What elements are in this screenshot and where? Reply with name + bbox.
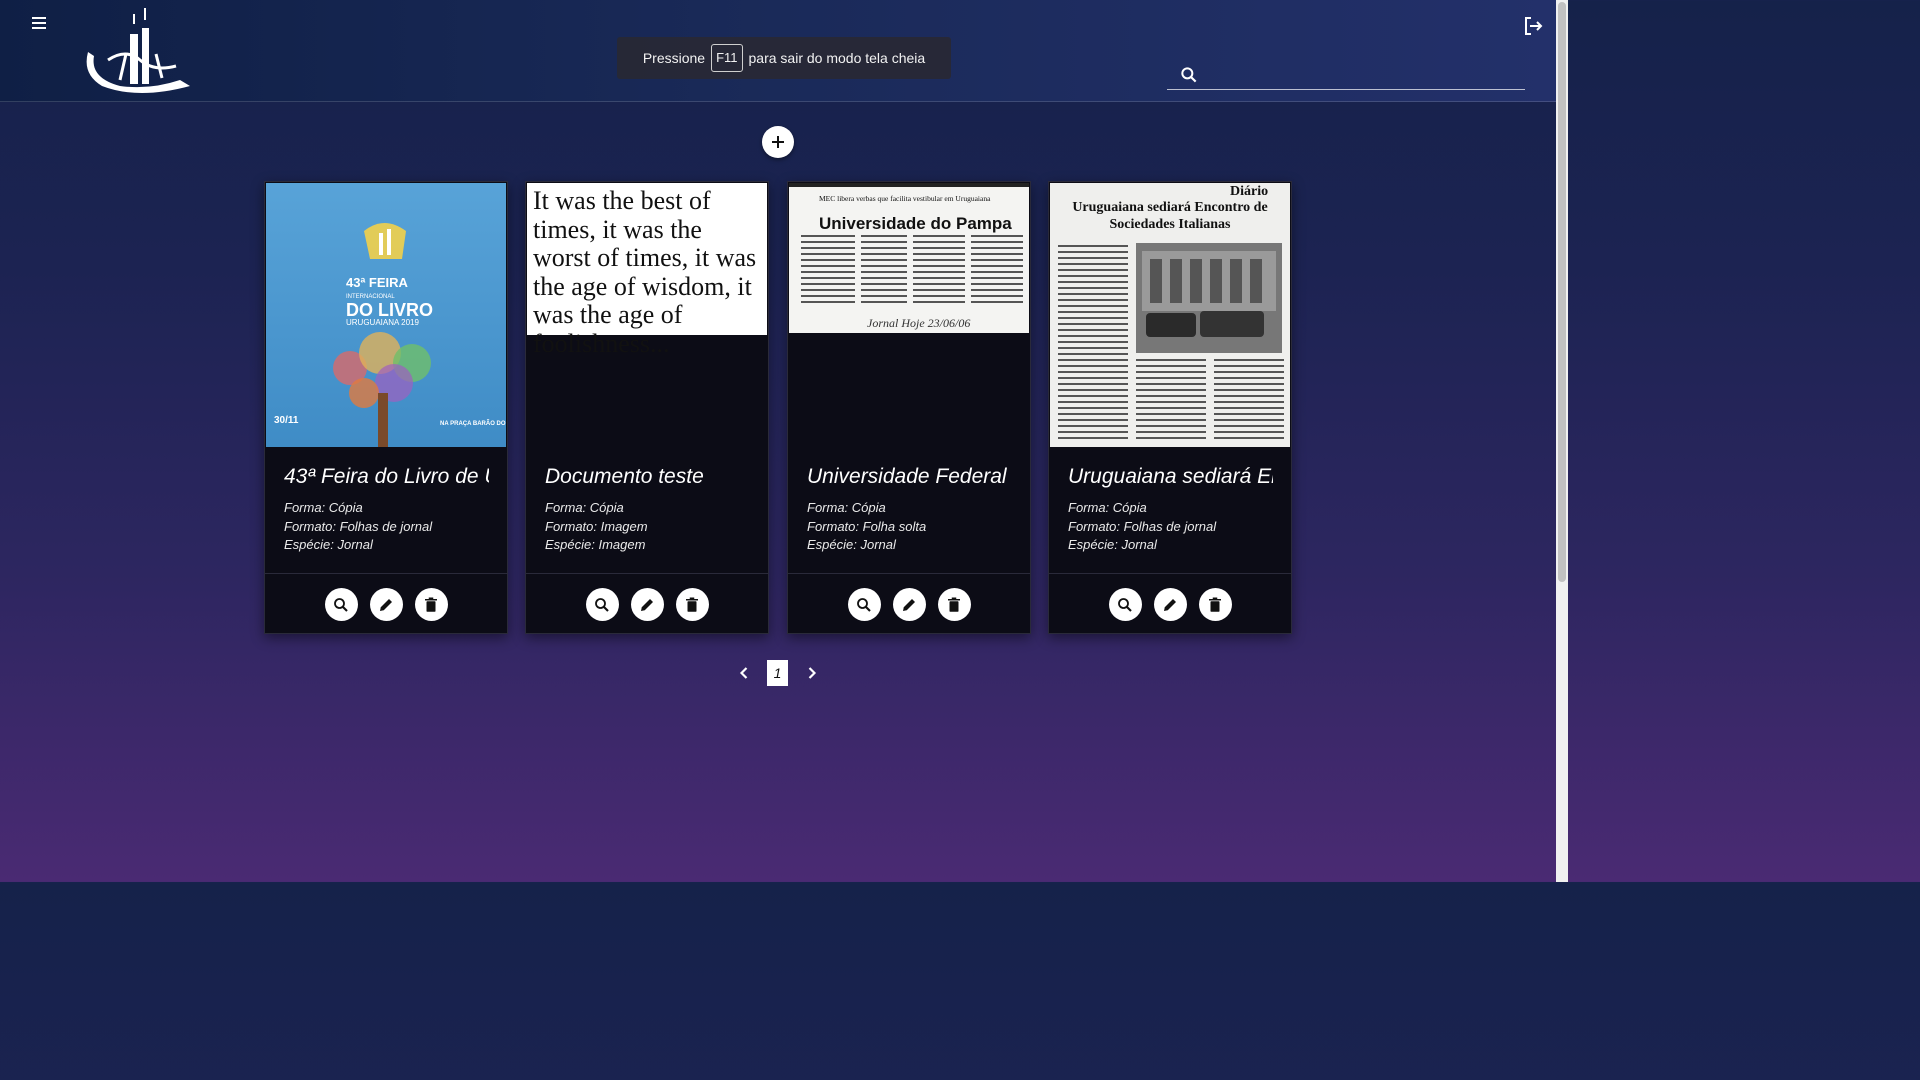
poster-date: 30/11 [274, 415, 299, 426]
search-field [1167, 60, 1525, 90]
delete-button[interactable] [675, 588, 709, 621]
pagination: 1 [732, 660, 824, 686]
newspaper-clipping-image: Diário Uruguaiana sediará Encontro de So… [1050, 183, 1290, 447]
document-card: It was the best of times, it was the wor… [525, 181, 769, 634]
newspaper-clipping-image: MEC libera verbas que facilita vestibula… [789, 183, 1029, 333]
toast-prefix: Pressione [642, 50, 706, 66]
edit-button[interactable] [892, 588, 926, 621]
card-forma: Forma: Cópia [1068, 500, 1147, 515]
document-text-image: It was the best of times, it was the wor… [527, 183, 767, 357]
pencil-icon [1164, 598, 1176, 611]
edit-button[interactable] [630, 588, 664, 621]
chevron-left-icon[interactable] [734, 663, 754, 683]
poster-image: 43ª FEIRA INTERNACIONAL DO LIVRO URUGUAI… [266, 183, 506, 447]
document-card: MEC libera verbas que facilita vestibula… [787, 181, 1031, 634]
edit-button[interactable] [369, 588, 403, 621]
poster-line1: 43ª FEIRA [346, 275, 408, 290]
edit-button[interactable] [1153, 588, 1187, 621]
pencil-icon [641, 598, 653, 611]
card-title: Documento teste [545, 465, 704, 488]
view-button[interactable] [585, 588, 619, 621]
card-thumbnail[interactable]: MEC libera verbas que facilita vestibula… [789, 183, 1029, 447]
menu-icon[interactable] [28, 12, 50, 34]
document-card: Diário Uruguaiana sediará Encontro de So… [1048, 181, 1292, 634]
poster-place: NA PRAÇA BARÃO DO [440, 420, 506, 427]
add-document-button[interactable] [762, 126, 794, 158]
card-formato: Formato: Imagem [545, 518, 648, 534]
card-actions [788, 573, 1030, 633]
trash-icon [425, 597, 437, 612]
trash-icon [1209, 597, 1221, 612]
pencil-icon [903, 598, 915, 611]
card-forma: Forma: Cópia [807, 500, 886, 515]
plus-icon [772, 136, 784, 148]
card-actions [526, 573, 768, 633]
search-icon [334, 597, 348, 612]
search-input[interactable] [1207, 60, 1517, 88]
search-icon [595, 597, 609, 612]
document-card: 43ª FEIRA INTERNACIONAL DO LIVRO URUGUAI… [264, 181, 508, 634]
chevron-right-icon[interactable] [802, 663, 822, 683]
poster-line4: URUGUAIANA 2019 [346, 318, 419, 327]
card-thumbnail[interactable]: 43ª FEIRA INTERNACIONAL DO LIVRO URUGUAI… [266, 183, 506, 447]
app-logo [86, 8, 190, 93]
delete-button[interactable] [1198, 588, 1232, 621]
card-actions [1049, 573, 1291, 633]
card-title: Universidade Federal do Pampa [807, 465, 1012, 488]
card-meta: Forma: Cópia Formato: Folhas de jornal E… [284, 499, 432, 555]
scrollbar-thumb[interactable] [1558, 2, 1566, 582]
card-meta: Forma: Cópia Formato: Folhas de jornal E… [1068, 499, 1216, 555]
pencil-icon [380, 598, 392, 611]
card-actions [265, 573, 507, 633]
logout-icon[interactable] [1521, 14, 1545, 38]
app-header: Pressione F11 para sair do modo tela che… [0, 0, 1556, 102]
card-title: 43ª Feira do Livro de Uruguaiana [284, 465, 489, 488]
clip-masthead: Diário [1230, 184, 1268, 199]
search-icon [1118, 597, 1132, 612]
card-formato: Formato: Folhas de jornal [284, 518, 433, 534]
delete-button[interactable] [414, 588, 448, 621]
card-meta: Forma: Cópia Formato: Imagem Espécie: Im… [545, 499, 648, 555]
clip-headline: Universidade do Pampa [819, 214, 1012, 233]
clip-headline: Uruguaiana sediará Encontro de Sociedade… [1072, 200, 1268, 232]
card-thumbnail[interactable]: It was the best of times, it was the wor… [527, 183, 767, 447]
page-number[interactable]: 1 [767, 660, 788, 686]
poster-line3: DO LIVRO [346, 300, 433, 320]
card-formato: Formato: Folha solta [807, 518, 927, 534]
card-formato: Formato: Folhas de jornal [1068, 518, 1217, 534]
toast-key: F11 [711, 44, 743, 72]
card-especie: Espécie: Jornal [1068, 537, 1157, 552]
search-icon [1181, 67, 1197, 83]
card-forma: Forma: Cópia [284, 500, 363, 515]
toast-suffix: para sair do modo tela cheia [748, 50, 926, 66]
card-especie: Espécie: Jornal [807, 537, 896, 552]
view-button[interactable] [847, 588, 881, 621]
card-forma: Forma: Cópia [545, 500, 624, 515]
card-especie: Espécie: Imagem [545, 537, 646, 552]
trash-icon [686, 597, 698, 612]
delete-button[interactable] [937, 588, 971, 621]
view-button[interactable] [324, 588, 358, 621]
search-icon [857, 597, 871, 612]
view-button[interactable] [1108, 588, 1142, 621]
card-especie: Espécie: Jornal [284, 537, 373, 552]
card-title: Uruguaiana sediará Encontro de Sociedade… [1068, 465, 1273, 488]
clip-kicker: MEC libera verbas que facilita vestibula… [819, 194, 991, 203]
fullscreen-toast: Pressione F11 para sair do modo tela che… [617, 37, 951, 79]
trash-icon [948, 597, 960, 612]
card-meta: Forma: Cópia Formato: Folha solta Espéci… [807, 499, 926, 555]
scrollbar[interactable] [1556, 0, 1568, 882]
clip-handwriting: Jornal Hoje 23/06/06 [867, 316, 970, 330]
card-thumbnail[interactable]: Diário Uruguaiana sediará Encontro de So… [1050, 183, 1290, 447]
